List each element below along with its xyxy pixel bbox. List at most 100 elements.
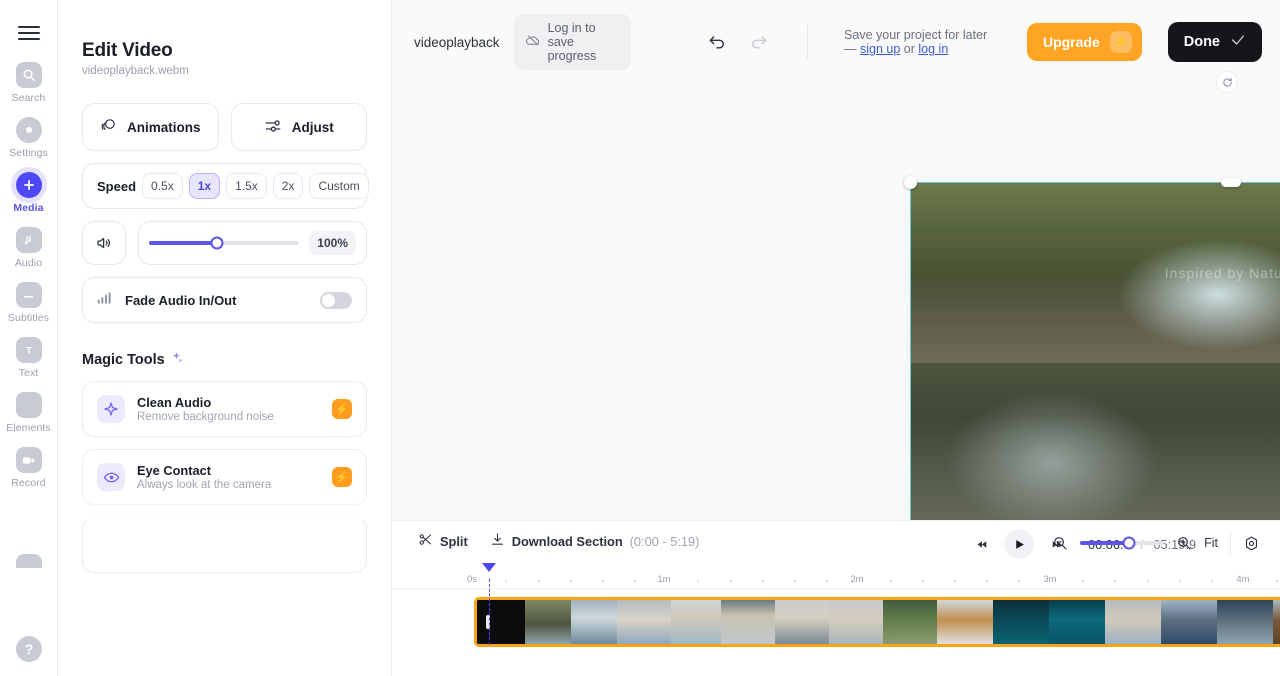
resize-handle-top[interactable] xyxy=(1221,178,1241,187)
check-icon xyxy=(1230,32,1246,52)
fade-audio-icon xyxy=(97,291,113,310)
sidebar-item-text[interactable]: T Text xyxy=(0,337,58,379)
camera-icon xyxy=(15,447,42,473)
split-button[interactable]: Split xyxy=(418,532,468,550)
adjust-button[interactable]: Adjust xyxy=(230,103,367,151)
login-to-save-pill[interactable]: Log in to save progress xyxy=(513,14,632,70)
rail-fade-overlay xyxy=(0,572,56,618)
video-editor-app: Search Settings Media Audio Subtitles T … xyxy=(0,0,1280,676)
tool-title: Eye Contact xyxy=(137,463,211,478)
volume-slider[interactable] xyxy=(149,236,300,250)
page-title: Edit Video xyxy=(82,40,173,61)
eye-icon xyxy=(97,463,125,491)
tool-eye-contact[interactable]: Eye Contact Always look at the camera ⚡ xyxy=(82,449,367,505)
redo-arrow-icon[interactable] xyxy=(749,32,769,52)
upgrade-label: Upgrade xyxy=(1042,34,1100,50)
timeline-tracks xyxy=(392,579,1280,665)
tool-card-partial[interactable] xyxy=(82,517,367,573)
sidebar-item-label: Text xyxy=(18,367,39,379)
fade-audio-label: Fade Audio In/Out xyxy=(125,292,237,308)
edit-video-panel: Edit Video videoplayback.webm Animations… xyxy=(58,0,392,676)
tool-clean-audio[interactable]: Clean Audio Remove background noise ⚡ xyxy=(82,381,367,437)
settings-icon xyxy=(15,117,42,143)
download-section-button[interactable]: Download Section (0:00 - 5:19) xyxy=(490,532,699,550)
animations-label: Animations xyxy=(126,119,201,135)
log-in-link[interactable]: log in xyxy=(918,42,948,56)
volume-slider-wrap: 100% xyxy=(138,221,367,265)
fit-button[interactable]: Fit xyxy=(1204,536,1218,550)
resize-handle-top-left[interactable] xyxy=(904,176,917,189)
adjust-icon xyxy=(264,117,282,138)
cloud-off-icon xyxy=(525,33,541,51)
speed-label: Speed xyxy=(97,178,137,194)
fade-audio-toggle[interactable] xyxy=(320,291,352,309)
sign-up-link[interactable]: sign up xyxy=(860,42,900,56)
skip-back-icon[interactable] xyxy=(970,532,994,556)
sidebar-item-label: Subtitles xyxy=(7,312,50,324)
timeline: Split Download Section (0:00 - 5:19) 05:… xyxy=(392,520,1280,676)
hamburger-icon[interactable] xyxy=(17,26,40,40)
text-icon: T xyxy=(15,337,42,363)
panel-quick-actions: Animations Adjust xyxy=(82,103,367,151)
magic-tools-label: Magic Tools xyxy=(82,352,165,368)
save-hint: Save your project for later — sign up or… xyxy=(844,28,999,56)
sidebar-item-subtitles[interactable]: Subtitles xyxy=(0,282,58,324)
tool-subtitle: Always look at the camera xyxy=(137,479,272,491)
file-name: videoplayback.webm xyxy=(82,65,189,77)
sidebar-item-search[interactable]: Search xyxy=(0,62,58,104)
video-frame-bottom xyxy=(911,363,1280,543)
volume-control: 100% xyxy=(82,221,367,265)
sidebar-item-overflow[interactable] xyxy=(16,554,42,568)
ruler-tick: 1m xyxy=(657,574,671,585)
sidebar-item-label: Settings xyxy=(9,147,48,159)
speed-option-1x[interactable]: 1x xyxy=(188,173,221,199)
speed-option-2x[interactable]: 2x xyxy=(272,173,304,199)
playhead[interactable] xyxy=(482,563,496,572)
speed-option-0-5x[interactable]: 0.5x xyxy=(142,173,183,199)
sidebar-item-settings[interactable]: Settings xyxy=(0,117,58,159)
tool-text: Clean Audio Remove background noise xyxy=(137,395,320,423)
video-preview[interactable]: Inspired by Nature xyxy=(910,182,1280,544)
download-label: Download Section xyxy=(511,533,623,549)
zoom-slider[interactable] xyxy=(1080,536,1165,550)
sidebar-item-audio[interactable]: Audio xyxy=(0,227,58,269)
toolbar-divider xyxy=(807,25,809,59)
speed-option-custom[interactable]: Custom xyxy=(309,173,369,199)
volume-value: 100% xyxy=(309,231,356,255)
gear-icon[interactable] xyxy=(1243,535,1260,552)
speed-option-1-5x[interactable]: 1.5x xyxy=(226,173,267,199)
play-button[interactable] xyxy=(1004,529,1034,559)
pro-bolt-icon: ⚡ xyxy=(332,467,352,487)
sidebar-item-label: Media xyxy=(13,202,44,214)
ruler-tick: 3m xyxy=(1043,574,1057,585)
help-icon[interactable]: ? xyxy=(16,636,42,662)
project-name[interactable]: videoplayback xyxy=(414,35,500,50)
zoom-out-icon[interactable] xyxy=(1052,535,1068,551)
volume-icon[interactable] xyxy=(82,221,126,265)
timeline-ruler[interactable]: 0s 1m 2m 3m 4m 5m 6m xyxy=(392,561,1280,589)
zoom-in-icon[interactable] xyxy=(1176,535,1192,551)
sparkle-icon xyxy=(170,351,184,369)
upgrade-button[interactable]: Upgrade ⚡ xyxy=(1026,23,1142,61)
zoom-controls: Fit xyxy=(1052,531,1260,555)
pro-bolt-icon: ⚡ xyxy=(332,399,352,419)
subtitles-icon xyxy=(15,282,42,308)
video-clip[interactable] xyxy=(474,597,1280,647)
sparkle-icon xyxy=(97,395,125,423)
magic-tools-heading: Magic Tools xyxy=(82,351,367,369)
login-pill-label: Log in to save progress xyxy=(547,21,597,63)
video-selection[interactable]: Inspired by Nature xyxy=(904,176,1280,550)
toolbar-divider xyxy=(1230,531,1231,555)
done-button[interactable]: Done xyxy=(1167,22,1262,62)
scissors-icon xyxy=(418,532,433,550)
top-bar: videoplayback Log in to save progress Sa… xyxy=(392,0,1280,93)
undo-arrow-icon[interactable] xyxy=(707,32,727,52)
adjust-label: Adjust xyxy=(291,119,334,135)
sidebar-item-media[interactable]: Media xyxy=(0,172,58,214)
sidebar-item-record[interactable]: Record xyxy=(0,447,58,489)
history-controls xyxy=(707,32,769,52)
sidebar-item-elements[interactable]: Elements xyxy=(0,392,58,434)
ruler-tick: 0s xyxy=(466,574,478,585)
animations-button[interactable]: Animations xyxy=(82,103,219,151)
svg-text:T: T xyxy=(26,346,32,356)
